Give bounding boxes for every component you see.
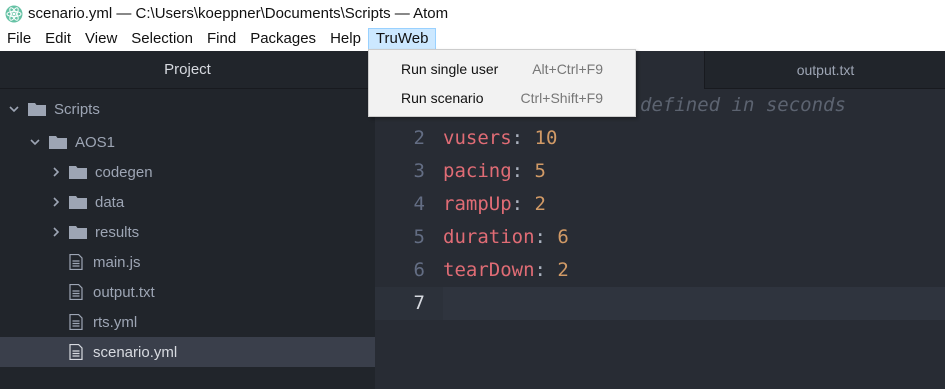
tree-item-output-txt[interactable]: output.txt [0,277,375,307]
chevron-right-icon[interactable] [50,196,62,208]
yaml-key: rampUp [443,193,512,215]
code-line: 5 duration: 6 [375,221,945,254]
tree-item-main-js[interactable]: main.js [0,247,375,277]
yaml-key: vusers [443,127,512,149]
tree-item-data[interactable]: data [0,187,375,217]
yaml-key: tearDown [443,259,535,281]
tree-item-scenario-yml[interactable]: scenario.yml [0,337,375,367]
line-number: 3 [413,160,425,182]
yaml-separator: : [511,127,535,149]
window-title: scenario.yml — C:\Users\koeppner\Documen… [28,5,449,22]
code-line: 4 rampUp: 2 [375,188,945,221]
menu-truweb[interactable]: TruWeb [367,28,437,50]
tree-item-rts-yml[interactable]: rts.yml [0,307,375,337]
chevron-down-icon[interactable] [29,136,41,148]
tree-item-aos1[interactable]: AOS1 [0,127,375,157]
yaml-separator: : [511,193,535,215]
atom-app-icon [5,5,23,22]
tree-item-label: Scripts [54,100,100,118]
yaml-value: 2 [534,193,546,215]
menu-item-run-scenario[interactable]: Run scenario Ctrl+Shift+F9 [369,84,635,112]
tree-item-label: codegen [95,163,153,181]
folder-icon [69,166,87,179]
menu-item-shortcut: Ctrl+Shift+F9 [520,90,603,106]
menu-packages[interactable]: Packages [243,27,323,51]
tree-item-label: rts.yml [93,313,138,331]
yaml-value: 10 [534,127,558,149]
menu-view[interactable]: View [78,27,124,51]
folder-icon [28,103,46,116]
line-number: 4 [413,193,425,215]
line-number: 5 [413,226,425,248]
tree-item-label: data [95,193,125,211]
tree-item-results[interactable]: results [0,217,375,247]
yaml-separator: : [534,226,558,248]
folder-icon [69,196,87,209]
truweb-menu-dropdown: Run single user Alt+Ctrl+F9 Run scenario… [368,49,636,117]
tree-header: Project [0,51,375,89]
menu-item-label: Run scenario [401,90,484,106]
tree-item-scripts[interactable]: Scripts [0,94,375,124]
tree-item-label: output.txt [93,283,155,301]
tree-item-codegen[interactable]: codegen [0,157,375,187]
chevron-right-icon[interactable] [50,226,62,238]
yaml-value: 5 [534,160,546,182]
code-line-current: 7 [375,287,945,320]
tree-item-label: results [95,223,140,241]
file-text-icon [69,254,83,270]
title-bar: scenario.yml — C:\Users\koeppner\Documen… [0,0,945,27]
menu-selection[interactable]: Selection [124,27,200,51]
chevron-right-icon[interactable] [50,166,62,178]
menu-file[interactable]: File [0,27,38,51]
project-tree-panel: Project Scripts AOS1 codegen data result… [0,51,375,389]
code-line: 6 tearDown: 2 [375,254,945,287]
yaml-key: duration [443,226,535,248]
menu-edit[interactable]: Edit [38,27,78,51]
file-text-icon [69,284,83,300]
code-line: 2 vusers: 10 [375,122,945,155]
file-text-icon [69,344,83,360]
line-number: 6 [413,259,425,281]
file-text-icon [69,314,83,330]
yaml-separator: : [534,259,558,281]
yaml-value: 6 [557,226,569,248]
menu-item-label: Run single user [401,61,499,77]
tab-output-txt[interactable]: output.txt [706,51,945,89]
code-line: 3 pacing: 5 [375,155,945,188]
chevron-down-icon[interactable] [8,103,20,115]
menu-find[interactable]: Find [200,27,243,51]
yaml-separator: : [511,160,535,182]
tree-item-label: main.js [93,253,141,271]
tree-item-label: AOS1 [75,133,116,151]
line-number: 7 [413,292,425,314]
tree-item-label: scenario.yml [93,343,178,361]
menu-help[interactable]: Help [323,27,368,51]
yaml-key: pacing [443,160,512,182]
yaml-value: 2 [557,259,569,281]
menu-item-shortcut: Alt+Ctrl+F9 [532,61,603,77]
folder-icon [69,226,87,239]
menu-bar: File Edit View Selection Find Packages H… [0,27,945,51]
line-number: 2 [413,127,425,149]
code-comment: defined in seconds [640,94,846,116]
folder-icon [49,136,67,149]
menu-item-run-single-user[interactable]: Run single user Alt+Ctrl+F9 [369,55,635,83]
